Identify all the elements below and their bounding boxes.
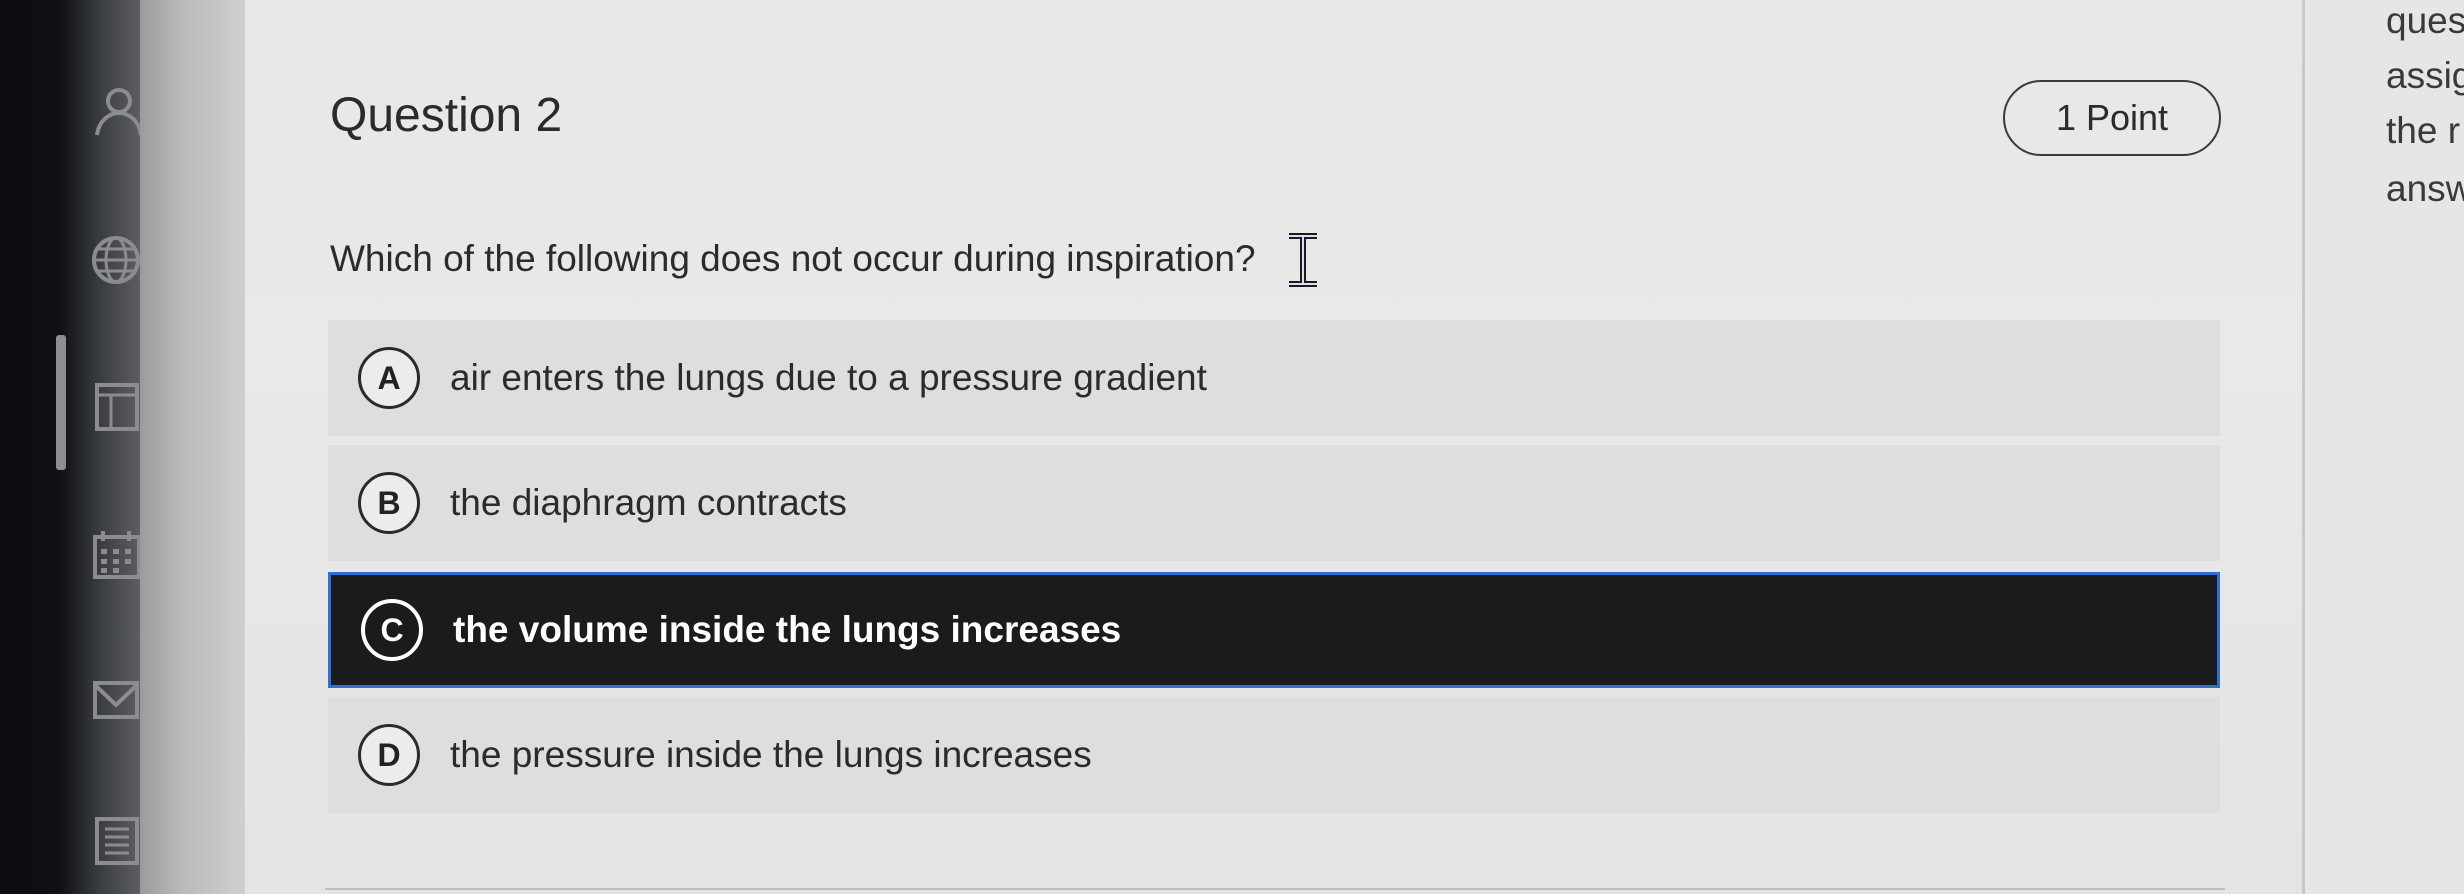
calendar-icon[interactable] xyxy=(88,526,144,582)
side-panel-text: ques xyxy=(2386,0,2464,41)
answer-option-c[interactable]: C the volume inside the lungs increases xyxy=(328,572,2220,688)
side-panel-text: assig xyxy=(2386,55,2464,96)
option-text: the volume inside the lungs increases xyxy=(453,609,1122,650)
globe-icon[interactable] xyxy=(88,232,144,288)
user-icon[interactable] xyxy=(88,82,144,138)
option-letter-badge: D xyxy=(358,724,420,786)
inbox-icon[interactable] xyxy=(88,672,144,728)
page-layout-icon[interactable] xyxy=(88,378,144,434)
history-icon[interactable] xyxy=(88,812,144,868)
option-letter-badge: B xyxy=(358,472,420,534)
answer-option-d[interactable]: D the pressure inside the lungs increase… xyxy=(328,697,2220,813)
side-panel-text: answ xyxy=(2386,168,2464,209)
option-letter-badge: A xyxy=(358,347,420,409)
text-cursor-icon xyxy=(1289,233,1317,287)
option-text: the diaphragm contracts xyxy=(450,482,847,523)
sidebar-gutter xyxy=(140,0,245,894)
option-text: the pressure inside the lungs increases xyxy=(450,734,1092,775)
question-prompt: Which of the following does not occur du… xyxy=(330,238,1256,279)
option-text: air enters the lungs due to a pressure g… xyxy=(450,357,1207,398)
nav-rail xyxy=(0,0,143,894)
answer-option-b[interactable]: B the diaphragm contracts xyxy=(328,445,2220,561)
points-badge: 1 Point xyxy=(2003,80,2221,156)
side-panel-text: the r xyxy=(2386,110,2461,151)
nav-active-indicator xyxy=(56,335,66,470)
option-letter-badge: C xyxy=(361,599,423,661)
divider xyxy=(325,888,2225,890)
question-title: Question 2 xyxy=(330,89,563,142)
answer-option-a[interactable]: A air enters the lungs due to a pressure… xyxy=(328,320,2220,436)
